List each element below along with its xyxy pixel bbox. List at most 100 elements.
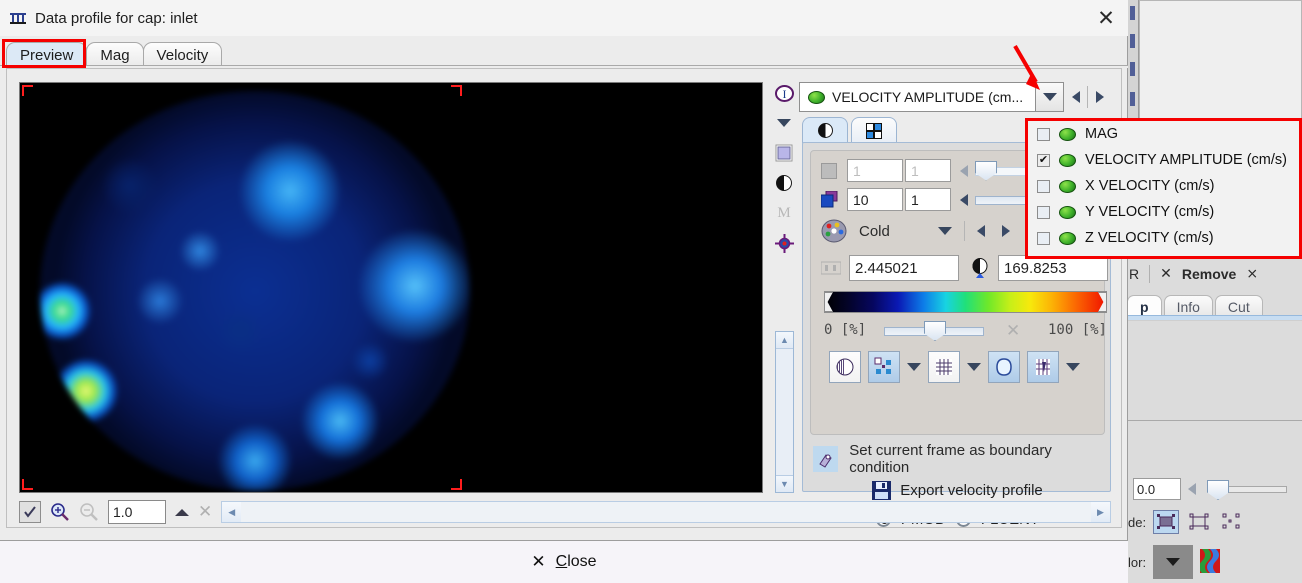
checkbox[interactable] [1037, 205, 1050, 219]
render-tool-row [829, 351, 1080, 383]
field-selector-row: VELOCITY AMPLITUDE (cm... [799, 82, 1111, 112]
palette-next-icon[interactable] [1001, 225, 1010, 237]
bg-next-icon[interactable]: ⨯ [1246, 266, 1258, 282]
check-fit-icon[interactable] [19, 501, 41, 523]
dropdown-item-label: VELOCITY AMPLITUDE (cm/s) [1085, 152, 1287, 168]
bg-remove-label[interactable]: Remove [1182, 266, 1236, 282]
panel-tab-grid[interactable] [851, 117, 897, 143]
points-only-icon[interactable] [1219, 510, 1245, 534]
surface-button[interactable] [988, 351, 1020, 383]
boundary-condition-row[interactable]: Set current frame as boundary condition [813, 442, 1108, 476]
layer-square-icon[interactable] [773, 142, 795, 164]
screen-root: R ✕ Remove ⨯ p Info Cut 0.0 de: lor: Dat… [0, 0, 1302, 583]
close-x-icon[interactable]: ✕ [531, 552, 545, 572]
slice-value-b[interactable]: 1 [905, 188, 951, 211]
nodes-button[interactable] [868, 351, 900, 383]
scroll-up-icon[interactable]: ▲ [776, 332, 793, 349]
dropdown-item-label: X VELOCITY (cm/s) [1085, 178, 1215, 194]
grid-four-icon [866, 122, 882, 139]
mesh-menu-icon[interactable] [967, 363, 981, 371]
dropdown-item-mag[interactable]: MAG [1028, 121, 1299, 147]
dropdown-item-z-velocity[interactable]: Z VELOCITY (cm/s) [1028, 225, 1299, 251]
close-mnemonic: C [555, 553, 568, 570]
chevron-down-icon[interactable] [773, 112, 795, 134]
slice-prev-icon[interactable] [960, 193, 968, 206]
scroll-down-icon[interactable]: ▼ [776, 475, 793, 492]
nodes-icon [874, 357, 891, 374]
field-dropdown-menu[interactable]: MAG ✔ VELOCITY AMPLITUDE (cm/s) X VELOCI… [1025, 118, 1302, 259]
bg-value-slider[interactable] [1203, 480, 1287, 500]
field-next-button[interactable] [1088, 82, 1111, 112]
dropdown-item-label: MAG [1085, 126, 1119, 142]
image-viewport[interactable] [19, 82, 763, 493]
fov-corner-marker [22, 85, 33, 96]
color-bar-left-cap [824, 292, 833, 312]
checkbox[interactable] [1037, 127, 1050, 141]
image-horizontal-scrollbar[interactable]: ◀ ▶ [221, 501, 1111, 523]
color-dropdown-icon[interactable] [1153, 545, 1194, 579]
close-icon[interactable]: ✕ [1084, 0, 1128, 36]
volume-button[interactable] [1027, 351, 1059, 383]
annotation-arrow [1013, 44, 1040, 90]
opacity-row: 0 [%] ✕ 100 [%] [824, 319, 1107, 343]
box-handles-outline-icon[interactable] [1186, 510, 1212, 534]
x-clear-icon[interactable]: ✕ [198, 502, 212, 522]
surface-blob-icon [996, 358, 1012, 376]
zoom-out-icon[interactable] [79, 502, 99, 522]
palette-dropdown-icon[interactable] [937, 227, 952, 235]
contrast-icon[interactable] [773, 172, 795, 194]
checkbox[interactable] [1037, 231, 1050, 245]
dropdown-item-velocity-amplitude[interactable]: ✔ VELOCITY AMPLITUDE (cm/s) [1028, 147, 1299, 173]
scroll-left-icon[interactable]: ◀ [222, 502, 242, 522]
measure-m-icon: M [777, 204, 791, 221]
zoom-in-icon[interactable] [50, 502, 70, 522]
opacity-max-label: 100 [%] [1047, 322, 1107, 338]
data-profile-dialog: Data profile for cap: inlet ✕ Preview Ma… [0, 0, 1128, 583]
bg-panel-body [1127, 320, 1302, 448]
frame-prev-icon[interactable] [960, 164, 968, 177]
bg-left-strip [1127, 0, 1139, 122]
dropdown-item-label: Y VELOCITY (cm/s) [1085, 204, 1215, 220]
bg-tab-label: p [1140, 299, 1149, 315]
bg-tab-label: Cut [1227, 299, 1250, 315]
range-min-field[interactable]: 2.445021 [849, 255, 959, 281]
dropdown-item-y-velocity[interactable]: Y VELOCITY (cm/s) [1028, 199, 1299, 225]
triangle-up-icon[interactable] [175, 508, 189, 516]
color-swatch-icon[interactable] [1199, 548, 1221, 576]
green-sphere-icon [1059, 231, 1076, 245]
scroll-right-icon[interactable]: ▶ [1091, 502, 1110, 522]
mesh-grid-icon [936, 359, 952, 375]
mesh-button[interactable] [928, 351, 960, 383]
dropdown-item-x-velocity[interactable]: X VELOCITY (cm/s) [1028, 173, 1299, 199]
x-reset-icon[interactable]: ✕ [1006, 321, 1020, 341]
crosshair-target-icon[interactable] [773, 232, 795, 254]
slice-value-a[interactable]: 10 [847, 188, 903, 211]
checkbox-checked[interactable]: ✔ [1037, 153, 1050, 167]
opacity-slider[interactable] [884, 320, 984, 342]
box-handles-filled-icon[interactable] [1153, 510, 1180, 534]
frame-value-a[interactable]: 1 [847, 159, 903, 182]
stack-cubes-icon [820, 190, 838, 208]
palette-prev-icon[interactable] [976, 225, 985, 237]
viewer-vertical-scrollbar[interactable]: ▲ ▼ [775, 331, 794, 493]
volume-menu-icon[interactable] [1066, 363, 1080, 371]
dialog-tab-row: Preview Mag Velocity [0, 40, 1128, 68]
color-scale-bar[interactable] [824, 291, 1107, 313]
panel-tab-contrast[interactable] [802, 117, 848, 143]
bg-value-field[interactable]: 0.0 [1133, 478, 1181, 500]
frame-value-b[interactable]: 1 [905, 159, 951, 182]
boundary-condition-icon[interactable] [813, 446, 839, 472]
close-button[interactable]: Close [556, 553, 597, 571]
preview-content-panel: I M ▲ ▼ VELOCITY AMPLITUDE (cm... 1 1 10… [6, 68, 1122, 528]
velocity-map-image [40, 91, 470, 491]
green-sphere-icon [808, 90, 825, 104]
field-selector-combo[interactable]: VELOCITY AMPLITUDE (cm... [799, 82, 1037, 112]
bg-slider-prev-icon[interactable] [1188, 483, 1196, 495]
zoom-value-field[interactable]: 1.0 [108, 500, 166, 524]
fov-corner-marker [451, 85, 462, 96]
checkbox[interactable] [1037, 179, 1050, 193]
field-prev-button[interactable] [1064, 82, 1088, 112]
threshold-button[interactable] [829, 351, 861, 383]
info-icon[interactable]: I [773, 82, 795, 104]
nodes-menu-icon[interactable] [907, 363, 921, 371]
